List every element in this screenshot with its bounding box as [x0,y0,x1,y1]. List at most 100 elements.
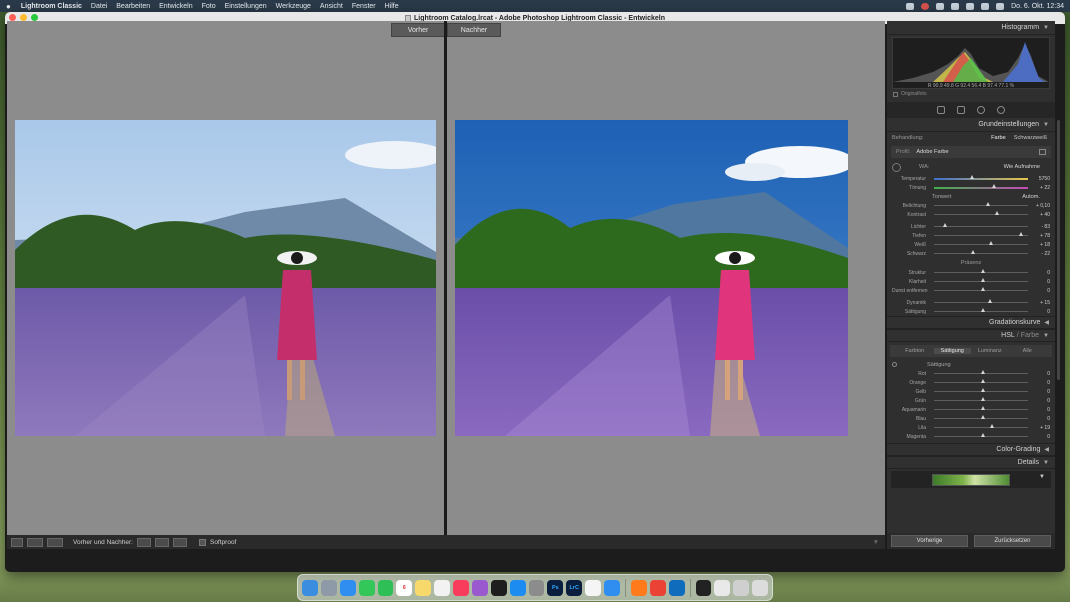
temperature-knob[interactable] [969,174,974,179]
profile-value[interactable]: Adobe Farbe [916,149,948,155]
copy-after-to-before-button[interactable] [154,537,169,547]
hsl-slider[interactable]: Rot 0 [887,369,1055,378]
hsl-slider[interactable]: Grün 0 [887,396,1055,405]
tone-slider-value[interactable]: + 78 [1032,233,1050,239]
presence-slider-track[interactable] [934,269,1028,273]
hsl-slider-track[interactable] [934,370,1028,374]
menu-ansicht[interactable]: Ansicht [320,3,343,10]
hsl-slider-value[interactable]: 0 [1032,434,1050,440]
tone-curve-header[interactable]: Gradationskurve ◀ [887,316,1055,329]
menu-werkzeuge[interactable]: Werkzeuge [276,3,311,10]
menu-einstellungen[interactable]: Einstellungen [225,3,267,10]
hsl-slider[interactable]: Aquamarin 0 [887,405,1055,414]
temperature-slider[interactable]: Temperatur 5750 [887,174,1055,183]
masking-icon[interactable] [997,106,1005,114]
loupe-view-button[interactable] [11,537,23,547]
hsl-slider-knob[interactable] [990,424,995,428]
hsl-slider-value[interactable]: 0 [1032,371,1050,377]
tint-slider[interactable]: Tönung + 22 [887,183,1055,192]
presence-slider-value[interactable]: 0 [1032,309,1050,315]
photos-icon[interactable] [585,579,601,596]
hsl-slider[interactable]: Blau 0 [887,414,1055,423]
white-balance-eyedropper-icon[interactable] [892,162,901,172]
presence-slider-knob[interactable] [981,287,985,291]
hsl-color-title[interactable]: Farbe [1021,332,1039,339]
healing-brush-icon[interactable] [957,106,965,114]
toolbar-menu-icon[interactable]: ▼ [873,539,879,546]
messages-icon[interactable] [358,579,375,596]
before-photo[interactable] [15,120,436,436]
tone-slider-track[interactable] [934,250,1028,254]
hsl-slider-knob[interactable] [981,433,985,437]
hsl-slider-track[interactable] [934,388,1028,392]
copy-before-to-after-button[interactable] [136,537,151,547]
presence-slider-track[interactable] [934,278,1028,282]
presence-slider[interactable]: Dunst entfernen 0 [887,286,1055,295]
reminders-icon[interactable] [434,579,450,596]
tint-value[interactable]: + 22 [1032,185,1050,191]
maximize-window-button[interactable] [31,14,38,21]
tone-slider-track[interactable] [934,232,1028,236]
hsl-slider-knob[interactable] [981,388,985,392]
white-balance-value[interactable]: Wie Aufnahme [1004,164,1040,170]
tone-slider[interactable]: Tiefen + 78 [887,231,1055,240]
hsl-slider-knob[interactable] [981,370,985,374]
tone-slider-knob[interactable] [943,223,948,227]
original-photo-checkbox[interactable] [893,91,898,97]
tone-slider-knob[interactable] [985,202,990,206]
hsl-slider-knob[interactable] [981,379,985,383]
hsl-slider-knob[interactable] [981,415,985,419]
crop-tool-icon[interactable] [937,106,945,114]
search-icon[interactable] [966,2,975,10]
hsl-tab-hue[interactable]: Farbton [896,348,934,354]
tone-slider-knob[interactable] [995,211,1000,215]
hsl-slider-track[interactable] [934,424,1028,428]
presence-slider-knob[interactable] [981,269,985,273]
histogram[interactable]: R 90.9 49.8 G 92.4 56.4 B 97.4 77.1 % [892,37,1050,89]
tone-slider-track[interactable] [934,241,1028,245]
tone-slider[interactable]: Weiß + 18 [887,240,1055,249]
presence-slider-knob[interactable] [981,308,985,312]
details-dropdown-icon[interactable]: ▼ [1039,474,1045,480]
firefox-icon[interactable] [630,579,647,596]
hsl-slider-value[interactable]: 0 [1032,398,1050,404]
tone-slider-knob[interactable] [988,241,993,245]
tone-slider-track[interactable] [934,223,1028,227]
menu-foto[interactable]: Foto [202,3,216,10]
tone-slider-knob[interactable] [1018,232,1023,236]
terminal-icon[interactable] [695,579,712,596]
basic-header[interactable]: Grundeinstellungen ▼ [887,118,1055,132]
preview-icon[interactable] [714,579,731,596]
hsl-slider[interactable]: Lila + 19 [887,423,1055,432]
softproof-checkbox[interactable] [198,538,206,546]
apple-menu-icon[interactable]: ● [6,2,11,11]
presence-slider-value[interactable]: + 15 [1032,300,1050,306]
trash-icon[interactable] [752,579,768,596]
menubar-clock[interactable]: Do. 6. Okt. 12:34 [1011,3,1064,10]
photoshop-icon[interactable]: Ps [547,579,564,596]
finder-icon[interactable] [302,579,318,596]
hsl-slider-knob[interactable] [981,406,985,410]
tone-slider-track[interactable] [934,202,1028,206]
profile-browser-icon[interactable] [1039,149,1046,155]
presence-slider[interactable]: Struktur 0 [887,268,1055,277]
presence-slider[interactable]: Sättigung 0 [887,307,1055,316]
control-center-icon[interactable] [981,2,990,10]
presence-slider-track[interactable] [934,308,1028,312]
tone-slider[interactable]: Kontrast + 40 [887,210,1055,219]
presence-slider-value[interactable]: 0 [1032,270,1050,276]
hsl-slider-value[interactable]: 0 [1032,380,1050,386]
tone-slider[interactable]: Belichtung + 0,10 [887,201,1055,210]
temperature-value[interactable]: 5750 [1032,176,1050,182]
hsl-header[interactable]: HSL / Farbe ▼ [887,329,1055,342]
temperature-track[interactable] [934,174,1028,180]
hsl-slider-value[interactable]: 0 [1032,416,1050,422]
hsl-tab-luminance[interactable]: Luminanz [971,348,1009,354]
facetime-icon[interactable] [377,579,394,596]
tv-icon[interactable] [490,579,507,596]
presence-slider-track[interactable] [934,287,1028,291]
chrome-icon[interactable] [649,579,666,596]
targeted-adjustment-icon[interactable] [892,362,897,367]
menu-fenster[interactable]: Fenster [352,3,376,10]
tone-slider[interactable]: Lichter - 83 [887,222,1055,231]
